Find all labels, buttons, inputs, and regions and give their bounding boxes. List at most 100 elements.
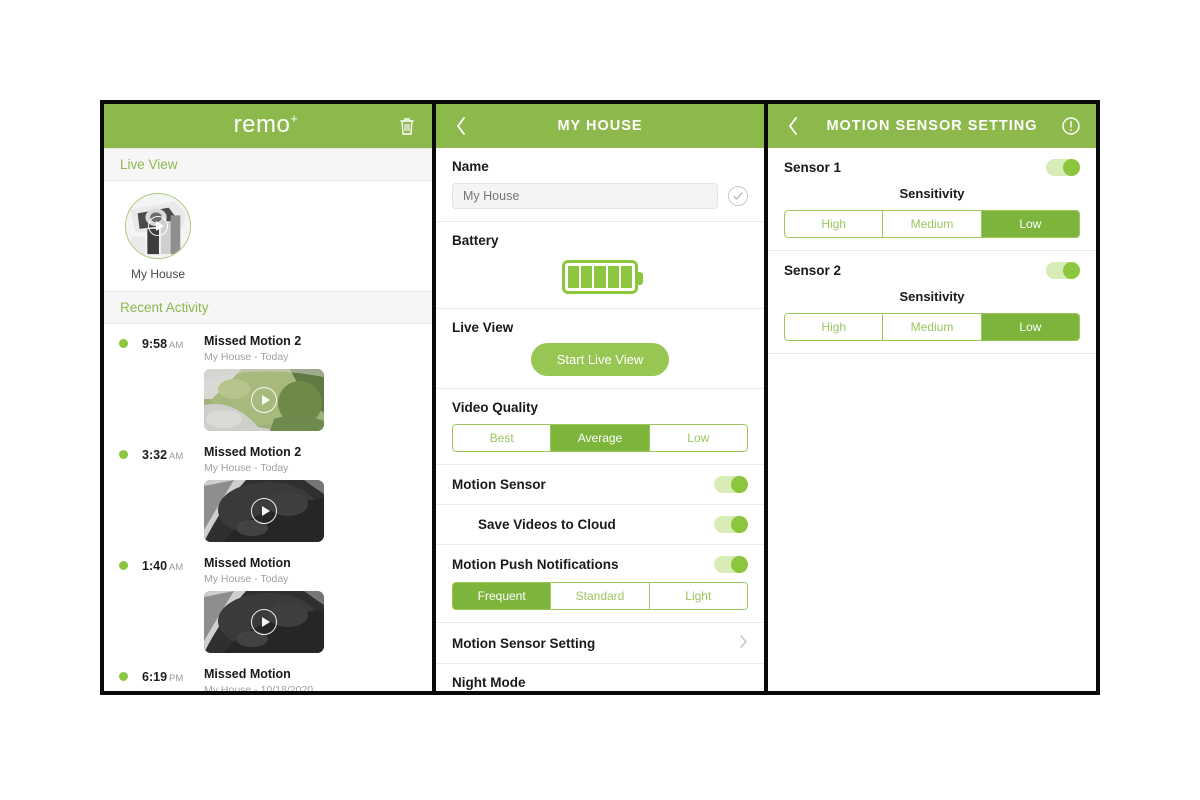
name-field-wrap xyxy=(452,183,748,209)
app-brand-logo: remo+ xyxy=(138,111,394,139)
motion-push-option-standard[interactable]: Standard xyxy=(551,583,650,609)
device-settings-appbar: MY HOUSE xyxy=(436,104,764,148)
activity-subtitle: My House - 10/18/2020 xyxy=(204,684,314,691)
name-input[interactable] xyxy=(452,183,718,209)
activity-thumbnail[interactable] xyxy=(204,369,324,431)
motion-push-toggle[interactable] xyxy=(714,556,748,573)
row-motion-push-notifications: Motion Push Notifications Frequent Stand… xyxy=(436,545,764,623)
sensor-2-option-low[interactable]: Low xyxy=(981,314,1079,340)
unread-dot-wrap xyxy=(104,445,142,542)
play-icon[interactable] xyxy=(251,609,277,635)
toggle-knob xyxy=(731,516,748,533)
activity-time-col: 6:19 PM xyxy=(142,667,204,691)
live-view-camera-strip: My House xyxy=(104,181,432,291)
brand-superscript: + xyxy=(290,111,299,126)
motion-push-option-light[interactable]: Light xyxy=(649,583,747,609)
sensor-2-option-high[interactable]: High xyxy=(785,314,884,340)
video-quality-label: Video Quality xyxy=(452,400,539,415)
activity-main: Missed Motion 2 My House - Today xyxy=(204,445,432,542)
video-quality-segmented-control: Best Average Low xyxy=(452,424,748,452)
toggle-knob xyxy=(731,556,748,573)
battery-icon xyxy=(562,260,643,294)
unread-dot-wrap xyxy=(104,334,142,431)
section-recent-activity: Recent Activity xyxy=(104,291,432,324)
motion-push-option-frequent[interactable]: Frequent xyxy=(453,583,552,609)
sensor-2-toggle[interactable] xyxy=(1046,262,1080,279)
sensor-1-sensitivity-segmented-control: High Medium Low xyxy=(784,210,1080,238)
device-settings-body: Name Battery xyxy=(436,148,764,691)
sensor-1-option-low[interactable]: Low xyxy=(981,211,1079,237)
video-quality-option-low[interactable]: Low xyxy=(649,425,747,451)
save-videos-toggle[interactable] xyxy=(714,516,748,533)
play-icon[interactable] xyxy=(251,387,277,413)
hamburger-icon[interactable] xyxy=(116,113,138,139)
trash-icon[interactable] xyxy=(394,113,420,139)
play-icon[interactable] xyxy=(251,498,277,524)
toggle-knob xyxy=(1063,159,1080,176)
activity-main: Missed Motion My House - Today xyxy=(204,556,432,653)
activity-time: 1:40 xyxy=(142,559,168,573)
activity-main: Missed Motion 2 My House - Today xyxy=(204,334,432,431)
row-live-view: Live View Start Live View xyxy=(436,309,764,389)
row-motion-sensor-setting[interactable]: Motion Sensor Setting xyxy=(436,623,764,664)
activity-thumbnail[interactable] xyxy=(204,480,324,542)
phone-screen-motion-sensor-setting: MOTION SENSOR SETTING Sensor 1 Sensitivi… xyxy=(764,100,1100,695)
video-quality-option-average[interactable]: Average xyxy=(551,425,650,451)
activity-title: Missed Motion xyxy=(204,556,291,570)
unread-dot-icon xyxy=(118,450,128,459)
video-quality-option-best[interactable]: Best xyxy=(453,425,552,451)
unread-dot-icon xyxy=(118,339,128,348)
unread-dot-icon xyxy=(118,672,128,681)
motion-push-header: Motion Push Notifications xyxy=(452,556,748,573)
battery-cell xyxy=(568,266,580,288)
play-icon[interactable] xyxy=(148,216,168,236)
sensor-1-sensitivity-label: Sensitivity xyxy=(899,186,965,201)
row-name: Name xyxy=(436,148,764,222)
battery-label: Battery xyxy=(452,233,499,248)
camera-tile-my-house[interactable]: My House xyxy=(122,193,194,281)
sensor-2-sensitivity-label: Sensitivity xyxy=(899,289,965,304)
info-circle-icon[interactable] xyxy=(1058,113,1084,139)
toggle-knob xyxy=(731,476,748,493)
chevron-right-icon xyxy=(739,634,748,652)
activity-time-col: 9:58 AM xyxy=(142,334,204,431)
battery-cell xyxy=(620,266,633,288)
chevron-left-icon[interactable] xyxy=(448,113,474,139)
battery-indicator-wrap xyxy=(452,260,748,294)
sensor-1-toggle[interactable] xyxy=(1046,159,1080,176)
night-mode-label: Night Mode xyxy=(452,675,526,690)
activity-subtitle: My House - Today xyxy=(204,351,289,363)
screenshot-canvas: remo+ Live View My House Recent Activity… xyxy=(0,0,1200,800)
sensor-2-label: Sensor 2 xyxy=(784,263,842,278)
activity-subtitle: My House - Today xyxy=(204,573,289,585)
sensor-1-label: Sensor 1 xyxy=(784,160,842,175)
battery-cell xyxy=(581,266,593,288)
sensor-1-option-high[interactable]: High xyxy=(785,211,884,237)
battery-cell xyxy=(607,266,619,288)
activity-item[interactable]: 3:32 AM Missed Motion 2 My House - Today xyxy=(104,435,432,546)
toggle-knob xyxy=(1063,262,1080,279)
sensor-2-option-medium[interactable]: Medium xyxy=(883,314,982,340)
motion-sensor-toggle[interactable] xyxy=(714,476,748,493)
battery-cell xyxy=(594,266,606,288)
camera-thumbnail[interactable] xyxy=(125,193,191,259)
section-live-view: Live View xyxy=(104,148,432,181)
chevron-left-icon[interactable] xyxy=(780,113,806,139)
motion-sensor-setting-label: Motion Sensor Setting xyxy=(452,635,596,651)
activity-item[interactable]: 9:58 AM Missed Motion 2 My House - Today xyxy=(104,324,432,435)
motion-sensor-label: Motion Sensor xyxy=(452,477,546,492)
row-battery: Battery xyxy=(436,222,764,309)
sensor-1-option-medium[interactable]: Medium xyxy=(883,211,982,237)
motion-sensor-appbar: MOTION SENSOR SETTING xyxy=(768,104,1096,148)
home-body: Live View My House Recent Activity 9:58 … xyxy=(104,148,432,691)
activity-thumbnail[interactable] xyxy=(204,591,324,653)
live-view-label: Live View xyxy=(452,320,514,335)
check-circle-icon[interactable] xyxy=(728,186,748,206)
activity-item[interactable]: 6:19 PM Missed Motion My House - 10/18/20… xyxy=(104,657,432,691)
activity-subtitle: My House - Today xyxy=(204,462,289,474)
activity-main: Missed Motion My House - 10/18/2020 xyxy=(204,667,432,691)
activity-item[interactable]: 1:40 AM Missed Motion My House - Today xyxy=(104,546,432,657)
page-title: MOTION SENSOR SETTING xyxy=(826,118,1038,134)
unread-dot-wrap xyxy=(104,556,142,653)
start-live-view-button[interactable]: Start Live View xyxy=(530,343,670,376)
